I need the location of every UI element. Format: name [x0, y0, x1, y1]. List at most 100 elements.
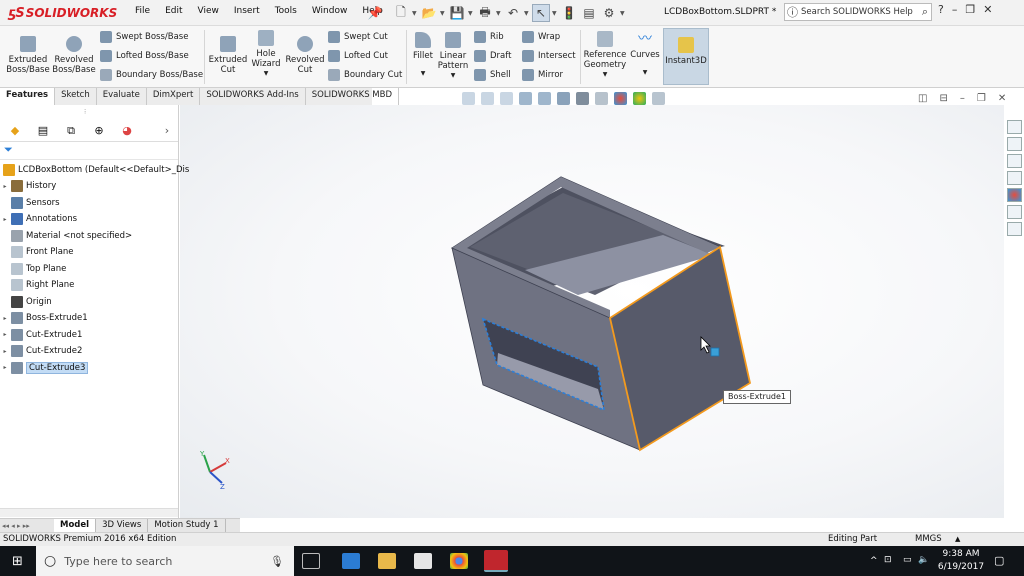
boundary-boss-button[interactable]: Boundary Boss/Base: [100, 69, 203, 81]
dimxpert-manager-icon[interactable]: ⊕: [88, 122, 110, 140]
expand-arrow-icon[interactable]: ▸: [0, 183, 10, 190]
display-manager-icon[interactable]: ◕: [116, 122, 138, 140]
swept-cut-button[interactable]: Swept Cut: [328, 31, 388, 43]
taskbar-clock[interactable]: 9:38 AM 6/19/2017: [934, 548, 988, 574]
previous-view-icon[interactable]: [500, 92, 513, 105]
chevron-down-icon[interactable]: ▼: [412, 10, 418, 17]
chevron-down-icon[interactable]: ▼: [440, 10, 446, 17]
expand-arrow-icon[interactable]: ▸: [0, 331, 10, 338]
new-document-icon[interactable]: 🗋: [392, 4, 410, 22]
home-icon[interactable]: [1006, 120, 1022, 134]
tab-evaluate[interactable]: Evaluate: [97, 88, 147, 105]
reference-geometry-button[interactable]: Reference Geometry ▼: [584, 26, 626, 80]
tree-item[interactable]: ▸ Boss-Extrude1: [0, 310, 88, 326]
windows-start-icon[interactable]: ⊞: [12, 554, 23, 569]
notifications-icon[interactable]: ▢: [994, 554, 1004, 567]
file-explorer-icon[interactable]: [1006, 154, 1022, 168]
custom-properties-icon[interactable]: [1006, 205, 1022, 219]
revolved-boss-button[interactable]: Revolved Boss/Base: [52, 26, 96, 75]
tree-item[interactable]: Sensors: [0, 195, 60, 211]
view-settings-icon[interactable]: [652, 92, 665, 105]
task-view-icon[interactable]: [302, 553, 320, 569]
undo-icon[interactable]: ↶: [504, 4, 522, 22]
dynamic-annotation-icon[interactable]: [538, 92, 551, 105]
scene-icon[interactable]: [633, 92, 646, 105]
tab-motion-study[interactable]: Motion Study 1: [148, 519, 226, 532]
restore-icon[interactable]: ❐: [965, 3, 975, 16]
battery-icon[interactable]: ▭: [903, 555, 912, 565]
linear-pattern-button[interactable]: Linear Pattern ▼: [436, 26, 470, 81]
forum-icon[interactable]: [1006, 222, 1022, 236]
mirror-button[interactable]: Mirror: [522, 69, 563, 81]
zoom-to-fit-icon[interactable]: [462, 92, 475, 105]
tab-sketch[interactable]: Sketch: [55, 88, 97, 105]
minimize-icon[interactable]: –: [952, 3, 958, 16]
display-style-icon[interactable]: [576, 92, 589, 105]
microphone-icon[interactable]: 🎙: [270, 555, 284, 568]
menu-tools[interactable]: Tools: [274, 6, 298, 16]
chevron-down-icon[interactable]: ▼: [264, 69, 269, 79]
swept-boss-button[interactable]: Swept Boss/Base: [100, 31, 188, 43]
lofted-boss-button[interactable]: Lofted Boss/Base: [100, 50, 189, 62]
chrome-icon[interactable]: [450, 553, 468, 569]
instant3d-button[interactable]: Instant3D: [663, 28, 709, 85]
tree-item[interactable]: ▸ Annotations: [0, 211, 77, 227]
menu-window[interactable]: Window: [311, 6, 349, 16]
chevron-up-icon[interactable]: ^: [870, 556, 878, 566]
tree-item[interactable]: ▸ Cut-Extrude3: [0, 360, 89, 376]
revolved-cut-button[interactable]: Revolved Cut: [284, 26, 326, 75]
minimize-view-icon[interactable]: –: [960, 93, 965, 104]
tree-item[interactable]: Top Plane: [0, 261, 66, 277]
extruded-boss-button[interactable]: Extruded Boss/Base: [6, 26, 50, 75]
chevron-right-icon[interactable]: ›: [156, 122, 178, 140]
wrap-button[interactable]: Wrap: [522, 31, 560, 43]
solidworks-logo[interactable]: ƽS SOLIDWORKS: [8, 4, 117, 22]
expand-arrow-icon[interactable]: ▸: [0, 348, 10, 355]
save-icon[interactable]: 💾: [448, 4, 466, 22]
file-explorer-taskbar-icon[interactable]: [378, 553, 396, 569]
chevron-down-icon[interactable]: ▼: [524, 10, 530, 17]
chevron-down-icon[interactable]: ▼: [468, 10, 474, 17]
fillet-button[interactable]: Fillet ▼: [410, 26, 436, 79]
tab-dimxpert[interactable]: DimXpert: [147, 88, 201, 105]
menu-edit[interactable]: Edit: [164, 6, 183, 16]
tree-item[interactable]: ▸ Cut-Extrude2: [0, 343, 82, 359]
tree-filter[interactable]: ⏷: [0, 142, 178, 160]
expand-arrow-icon[interactable]: ▸: [0, 216, 10, 223]
status-units[interactable]: MMGS: [915, 533, 942, 546]
design-library-icon[interactable]: [1006, 137, 1022, 151]
tab-3d-views[interactable]: 3D Views: [96, 519, 149, 532]
pin-icon[interactable]: 📌: [366, 4, 384, 22]
tree-item[interactable]: Right Plane: [0, 277, 74, 293]
options-gear-icon[interactable]: ⚙: [600, 4, 618, 22]
boundary-cut-button[interactable]: Boundary Cut: [328, 69, 402, 81]
solidworks-taskbar-icon[interactable]: [484, 550, 508, 572]
draft-button[interactable]: Draft: [474, 50, 511, 62]
chevron-up-icon[interactable]: ▲: [955, 533, 960, 546]
open-folder-icon[interactable]: 📂: [420, 4, 438, 22]
rib-button[interactable]: Rib: [474, 31, 504, 43]
horizontal-scrollbar[interactable]: [0, 508, 178, 517]
chevron-down-icon[interactable]: ▼: [552, 10, 558, 17]
edge-browser-icon[interactable]: [342, 553, 360, 569]
intersect-button[interactable]: Intersect: [522, 50, 576, 62]
menu-insert[interactable]: Insert: [233, 6, 261, 16]
view-palette-icon[interactable]: [1006, 171, 1022, 185]
tab-model[interactable]: Model: [54, 519, 97, 532]
split-view-icon[interactable]: ◫: [918, 93, 927, 104]
select-arrow-icon[interactable]: ↖: [532, 4, 550, 22]
feature-manager-icon[interactable]: ◆: [4, 122, 26, 140]
chevron-down-icon[interactable]: ▼: [620, 10, 626, 17]
file-properties-icon[interactable]: ▤: [580, 4, 598, 22]
extruded-cut-button[interactable]: Extruded Cut: [207, 26, 249, 75]
tree-root[interactable]: LCDBoxBottom (Default<<Default>_Dis: [2, 162, 189, 178]
section-view-icon[interactable]: [519, 92, 532, 105]
link-views-icon[interactable]: ⊟: [939, 93, 947, 104]
menu-file[interactable]: File: [134, 6, 151, 16]
tab-features[interactable]: Features: [0, 88, 56, 105]
model-canvas[interactable]: Y X Z: [180, 105, 1004, 518]
appearances-icon[interactable]: [1006, 188, 1022, 202]
tab-addins[interactable]: SOLIDWORKS Add-Ins: [200, 88, 306, 105]
curves-button[interactable]: 〰 Curves ▼: [628, 26, 662, 78]
appearance-icon[interactable]: [614, 92, 627, 105]
